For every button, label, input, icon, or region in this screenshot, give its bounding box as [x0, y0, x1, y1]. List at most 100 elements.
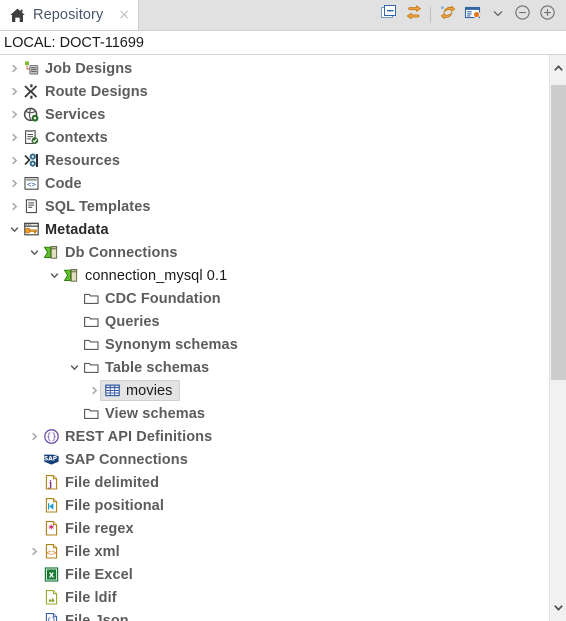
tree-item-job-designs[interactable]: Job Designs	[0, 57, 549, 80]
chevron-right-icon[interactable]	[6, 172, 22, 195]
tree-item-label: connection_mysql 0.1	[85, 267, 228, 284]
contexts-icon	[22, 129, 40, 147]
file-xml-icon: <>	[42, 543, 60, 561]
chevron-right-icon[interactable]	[6, 80, 22, 103]
tree-item-content: * File regex	[42, 520, 134, 538]
tree-item-label: Contexts	[45, 129, 108, 146]
tree-item-metadata[interactable]: Metadata	[0, 218, 549, 241]
close-icon[interactable]: ×	[118, 8, 130, 22]
tab-repository[interactable]: Repository ×	[0, 0, 140, 30]
tree-item-queries[interactable]: Queries	[0, 310, 549, 333]
chevron-right-icon[interactable]	[6, 195, 22, 218]
tree-item-connection-mysql-0-1[interactable]: connection_mysql 0.1	[0, 264, 549, 287]
chevron-down-icon[interactable]	[46, 264, 62, 287]
chevron-right-icon[interactable]	[6, 126, 22, 149]
file-positional-icon	[42, 497, 60, 515]
tree-item-table-schemas[interactable]: Table schemas	[0, 356, 549, 379]
tree-item-code[interactable]: <> Code	[0, 172, 549, 195]
route-designs-icon	[22, 83, 40, 101]
tree-item-sql-templates[interactable]: SQL Templates	[0, 195, 549, 218]
sap-icon: SAP	[42, 451, 60, 469]
tree-item-content: Synonym schemas	[82, 336, 238, 354]
folder-icon	[82, 313, 100, 331]
tree-item-file-positional[interactable]: File positional	[0, 494, 549, 517]
local-repository-bar: LOCAL: DOCT-11699	[0, 31, 566, 54]
svg-text:<>: <>	[46, 549, 56, 559]
tree-item-content: <> Code	[22, 175, 82, 193]
tree-item-content: {} REST API Definitions	[42, 428, 212, 446]
svg-text:<>: <>	[26, 180, 36, 189]
tree-item-file-ldif[interactable]: File ldif	[0, 586, 549, 609]
resources-icon	[22, 152, 40, 170]
refresh-button[interactable]	[435, 3, 460, 28]
minimize-circle-icon	[514, 4, 531, 26]
tree-item-synonym-schemas[interactable]: Synonym schemas	[0, 333, 549, 356]
maximize-button[interactable]	[535, 3, 560, 28]
tree-item-label: File regex	[65, 520, 134, 537]
tree-item-label: Table schemas	[105, 359, 210, 376]
repository-tree[interactable]: Job Designs Route Designs Services Contexts…	[0, 55, 549, 621]
tree-item-content: File positional	[42, 497, 164, 515]
folder-icon	[82, 336, 100, 354]
tree-item-rest-api-definitions[interactable]: {} REST API Definitions	[0, 425, 549, 448]
scroll-down-button[interactable]	[550, 594, 566, 621]
tree-item-content: File ldif	[42, 589, 117, 607]
file-regex-icon: *	[42, 520, 60, 538]
tree-item-label: View schemas	[105, 405, 206, 422]
tree-item-content: SAP SAP Connections	[42, 451, 188, 469]
tree-item-label: File Json	[65, 612, 129, 621]
tree-item-file-delimited[interactable]: j File delimited	[0, 471, 549, 494]
chevron-right-icon[interactable]	[6, 57, 22, 80]
scroll-up-button[interactable]	[550, 55, 566, 82]
chevron-down-icon	[491, 6, 505, 25]
chevron-right-icon[interactable]	[26, 425, 42, 448]
svg-text:*: *	[48, 523, 54, 536]
folder-icon	[82, 359, 100, 377]
tree-item-route-designs[interactable]: Route Designs	[0, 80, 549, 103]
chevron-down-icon[interactable]	[66, 356, 82, 379]
minimize-button[interactable]	[510, 3, 535, 28]
tree-item-contexts[interactable]: Contexts	[0, 126, 549, 149]
tree-item-db-connections[interactable]: Db Connections	[0, 241, 549, 264]
file-json-icon: {}	[42, 612, 60, 621]
tree-item-label: REST API Definitions	[65, 428, 213, 445]
tree-item-content: SQL Templates	[22, 198, 151, 216]
tree-item-sap-connections[interactable]: SAP SAP Connections	[0, 448, 549, 471]
folder-icon	[82, 290, 100, 308]
tree-item-file-json[interactable]: {} File Json	[0, 609, 549, 621]
tree-item-label: Db Connections	[65, 244, 178, 261]
tree-item-label: File positional	[65, 497, 164, 514]
chevron-right-icon[interactable]	[26, 540, 42, 563]
tree-item-resources[interactable]: Resources	[0, 149, 549, 172]
chevron-down-icon[interactable]	[6, 218, 22, 241]
chevron-right-icon[interactable]	[6, 149, 22, 172]
vertical-scrollbar[interactable]	[549, 55, 566, 621]
tree-item-content: <> File xml	[42, 543, 120, 561]
tree-item-movies[interactable]: movies	[0, 379, 549, 402]
link-with-editor-button[interactable]	[401, 3, 426, 28]
collapse-all-button[interactable]	[376, 3, 401, 28]
chevron-right-icon[interactable]	[6, 103, 22, 126]
tree-item-content: Table schemas	[82, 359, 209, 377]
tree-item-label: File ldif	[65, 589, 117, 606]
tree-item-file-xml[interactable]: <> File xml	[0, 540, 549, 563]
tree-item-content: Db Connections	[42, 244, 178, 262]
tree-item-view-schemas[interactable]: View schemas	[0, 402, 549, 425]
view-menu-button[interactable]	[485, 3, 510, 28]
tree-item-services[interactable]: Services	[0, 103, 549, 126]
tree-item-file-excel[interactable]: x File Excel	[0, 563, 549, 586]
tree-item-content: Route Designs	[22, 83, 148, 101]
maximize-circle-icon	[539, 4, 556, 26]
file-ldif-icon	[42, 589, 60, 607]
tree-item-content: j File delimited	[42, 474, 159, 492]
tree-item-cdc-foundation[interactable]: CDC Foundation	[0, 287, 549, 310]
scrollbar-thumb[interactable]	[551, 85, 566, 380]
tree-item-file-regex[interactable]: * File regex	[0, 517, 549, 540]
show-properties-button[interactable]	[460, 3, 485, 28]
file-delimited-icon: j	[42, 474, 60, 492]
chevron-down-icon[interactable]	[26, 241, 42, 264]
